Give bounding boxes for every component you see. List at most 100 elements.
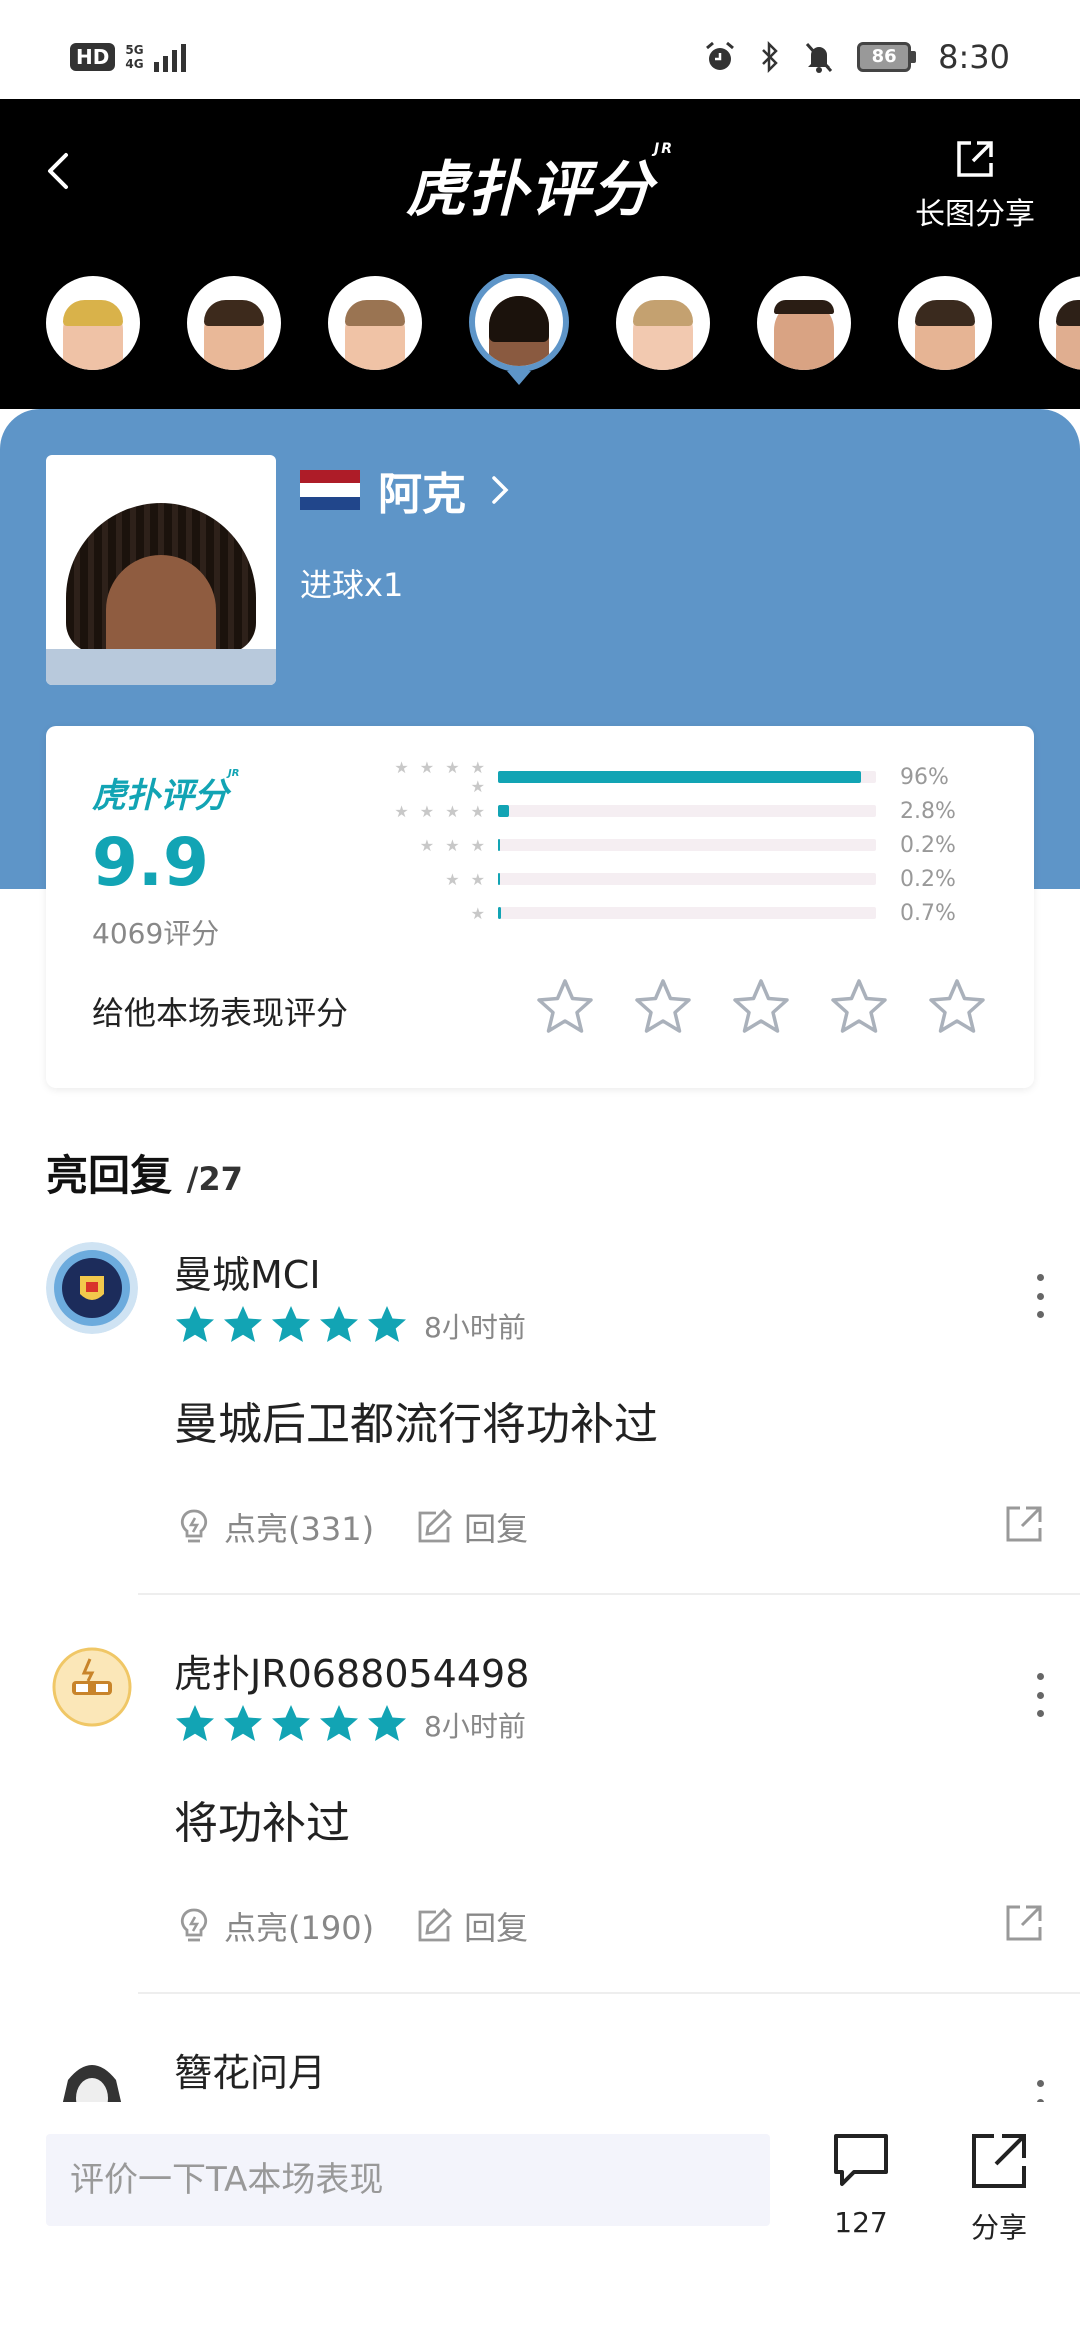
replies-title: 亮回复 bbox=[46, 1151, 173, 1200]
player-stat: 进球x1 bbox=[300, 566, 404, 604]
long-image-share-label: 长图分享 bbox=[915, 197, 1035, 232]
replies-section-title: 亮回复 /27 bbox=[46, 1142, 243, 1203]
rate-star-3[interactable] bbox=[730, 976, 792, 1038]
reply-label: 回复 bbox=[464, 1510, 529, 1548]
distribution-bar bbox=[498, 839, 876, 851]
bulb-icon bbox=[180, 1509, 208, 1543]
filled-star-icon bbox=[224, 1705, 262, 1741]
reply-username[interactable]: 曼城MCI bbox=[174, 1244, 321, 1299]
more-options-icon[interactable] bbox=[1034, 2080, 1046, 2102]
distribution-bar bbox=[498, 907, 876, 919]
reply-time: 8小时前 bbox=[424, 1710, 526, 1743]
external-share-icon bbox=[957, 141, 993, 177]
comment-bubble-icon bbox=[834, 2134, 888, 2186]
long-image-share-button[interactable]: 长图分享 bbox=[910, 137, 1040, 233]
light-up-button[interactable]: 点亮(190) bbox=[174, 1903, 374, 1949]
edit-icon bbox=[418, 1908, 453, 1942]
rate-star-4[interactable] bbox=[828, 976, 890, 1038]
rating-logo-mark: JR bbox=[228, 768, 240, 779]
reply-actions: 点亮(331) 回复 bbox=[174, 1504, 528, 1550]
nation-flag-icon bbox=[300, 470, 360, 510]
user-avatar[interactable] bbox=[46, 2040, 138, 2102]
player-name-link[interactable]: 阿克 bbox=[378, 458, 466, 522]
player-thumb[interactable] bbox=[616, 276, 710, 370]
reply-button[interactable]: 回复 bbox=[414, 1903, 528, 1949]
player-thumb[interactable] bbox=[898, 276, 992, 370]
rating-logo: 虎扑评分JR bbox=[92, 768, 239, 817]
selected-pointer bbox=[507, 371, 531, 385]
distribution-row: ★ ★ 0.2% bbox=[386, 862, 1006, 896]
title-mark: JR bbox=[654, 141, 674, 157]
rate-star-2[interactable] bbox=[632, 976, 694, 1038]
distribution-row: ★ ★ ★ ★ 2.8% bbox=[386, 794, 1006, 828]
replies-count: /27 bbox=[186, 1160, 243, 1198]
rate-star-5[interactable] bbox=[926, 976, 988, 1038]
distribution-bar-fill bbox=[498, 873, 501, 885]
distribution-row: ★ ★ ★ ★ ★ 96% bbox=[386, 758, 1006, 796]
more-options-icon[interactable] bbox=[1034, 1274, 1046, 1318]
network-label: 5G bbox=[125, 43, 144, 57]
distribution-row: ★ 0.7% bbox=[386, 896, 1006, 930]
comments-button[interactable]: 127 bbox=[816, 2130, 906, 2239]
share-label: 分享 bbox=[970, 2211, 1027, 2244]
average-score: 9.9 bbox=[92, 824, 209, 901]
share-button[interactable]: 分享 bbox=[954, 2130, 1044, 2246]
player-thumb[interactable] bbox=[757, 276, 851, 370]
player-thumb[interactable] bbox=[328, 276, 422, 370]
alarm-icon bbox=[706, 41, 735, 70]
filled-star-icon bbox=[368, 1306, 406, 1342]
reply-rating-stars bbox=[174, 1703, 408, 1745]
rate-star-1[interactable] bbox=[534, 976, 596, 1038]
comments-count: 127 bbox=[834, 2206, 888, 2239]
light-up-button[interactable]: 点亮(331) bbox=[174, 1504, 374, 1550]
distribution-bar-fill bbox=[498, 805, 509, 817]
share-icon[interactable] bbox=[1002, 1901, 1046, 1945]
light-up-label: 点亮(331) bbox=[224, 1510, 375, 1548]
battery-level: 86 bbox=[857, 42, 912, 72]
share-icon[interactable] bbox=[1002, 1502, 1046, 1546]
rate-stars bbox=[534, 976, 988, 1038]
reply-username[interactable]: 簪花问月 bbox=[174, 2042, 326, 2097]
player-thumb[interactable] bbox=[46, 276, 140, 370]
comment-input[interactable] bbox=[46, 2134, 770, 2226]
distribution-stars: ★ ★ ★ bbox=[419, 835, 488, 855]
edit-icon bbox=[418, 1509, 453, 1543]
more-options-icon[interactable] bbox=[1034, 1673, 1046, 1717]
distribution-percent: 0.2% bbox=[900, 832, 956, 858]
filled-star-icon bbox=[320, 1306, 358, 1342]
bottom-bar: 127 分享 bbox=[0, 2102, 1080, 2340]
reply-username[interactable]: 虎扑JR0688054498 bbox=[174, 1643, 529, 1698]
reply-actions: 点亮(190) 回复 bbox=[174, 1903, 528, 1949]
bulb-icon bbox=[180, 1908, 208, 1942]
mute-icon bbox=[806, 43, 833, 73]
reply-item: 虎扑JR0688054498 8小时前 将功补过 点亮(190) 回复 bbox=[0, 1641, 1080, 2041]
signal-icon bbox=[153, 42, 186, 72]
distribution-percent: 2.8% bbox=[900, 798, 956, 824]
chevron-right-icon[interactable] bbox=[488, 472, 512, 508]
filled-star-icon bbox=[368, 1705, 406, 1741]
player-thumb-selected[interactable] bbox=[469, 274, 569, 372]
filled-star-icon bbox=[320, 1705, 358, 1741]
distribution-percent: 0.2% bbox=[900, 866, 956, 892]
player-selector bbox=[0, 274, 1080, 374]
distribution-bar bbox=[498, 805, 876, 817]
reply-item: 簪花问月 bbox=[0, 2040, 1080, 2102]
rating-card: 虎扑评分JR 9.9 4069评分 ★ ★ ★ ★ ★ 96% ★ ★ ★ ★ 2.8… bbox=[46, 726, 1034, 1088]
user-avatar[interactable] bbox=[46, 1242, 138, 1334]
distribution-bar-fill bbox=[498, 771, 861, 783]
distribution-percent: 0.7% bbox=[900, 900, 956, 926]
rate-prompt: 给他本场表现评分 bbox=[92, 994, 349, 1032]
filled-star-icon bbox=[224, 1306, 262, 1342]
user-avatar[interactable] bbox=[46, 1641, 138, 1733]
hd-badge: HD bbox=[70, 43, 116, 71]
status-left: HD 5G 4G bbox=[70, 42, 186, 72]
light-up-label: 点亮(190) bbox=[224, 1909, 375, 1947]
title-text: 虎扑评分 bbox=[406, 155, 654, 225]
divider bbox=[138, 1593, 1080, 1595]
reply-button[interactable]: 回复 bbox=[414, 1504, 528, 1550]
player-thumb[interactable] bbox=[1039, 276, 1080, 370]
distribution-bar-fill bbox=[498, 907, 501, 919]
rating-count: 4069评分 bbox=[92, 917, 220, 950]
header: 虎扑评分JR 长图分享 bbox=[0, 99, 1080, 409]
player-thumb[interactable] bbox=[187, 276, 281, 370]
